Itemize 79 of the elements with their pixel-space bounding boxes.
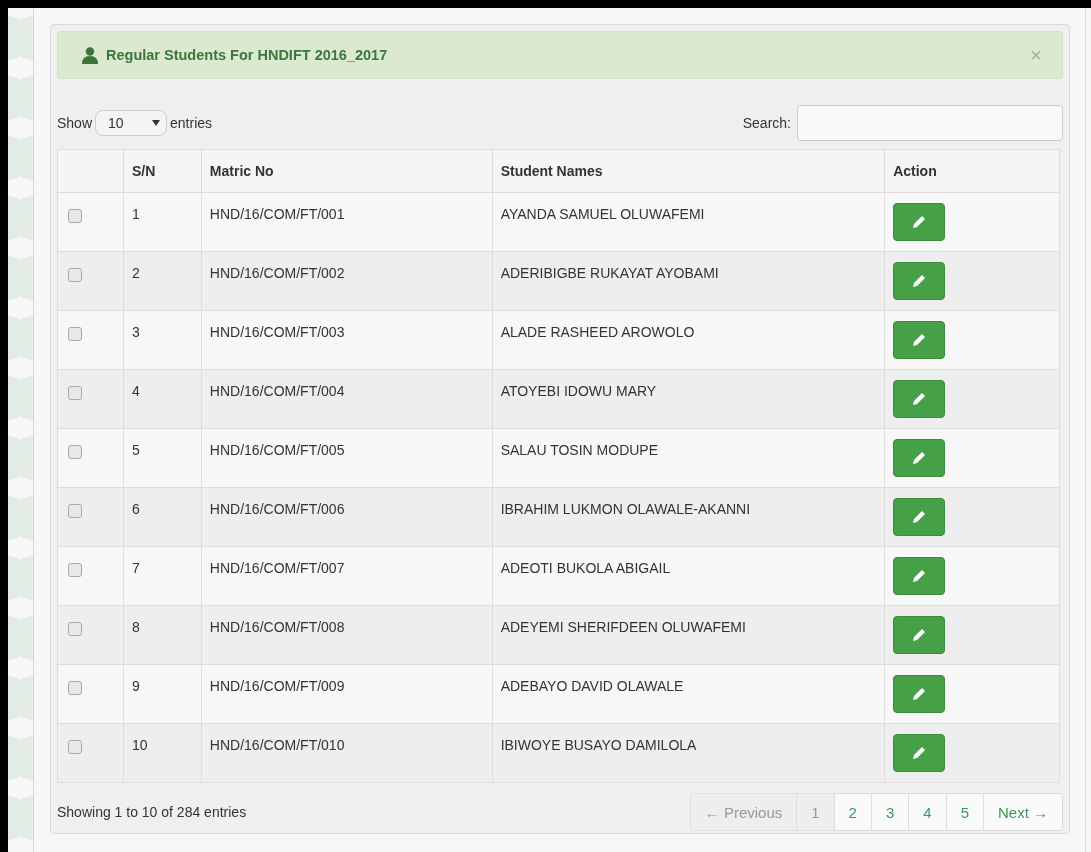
search-label: Search:	[742, 115, 791, 131]
entries-dropdown[interactable]: 10	[95, 110, 168, 136]
pencil-icon	[912, 451, 927, 465]
row-checkbox[interactable]	[68, 386, 82, 400]
pencil-icon	[912, 510, 927, 524]
table-cell: 3	[123, 310, 202, 370]
alert-title: Regular Students For HNDIFT 2016_2017	[106, 47, 389, 63]
page-button[interactable]: 2	[833, 794, 871, 830]
table-cell: 6	[123, 487, 202, 547]
page-button[interactable]: 3	[870, 794, 909, 830]
edit-button[interactable]	[893, 616, 946, 654]
edit-button[interactable]	[893, 321, 946, 359]
edit-button[interactable]	[893, 675, 946, 713]
row-checkbox[interactable]	[68, 268, 82, 282]
pencil-icon	[912, 569, 927, 583]
edit-button[interactable]	[893, 557, 946, 595]
table-cell: HND/16/COM/FT/006	[201, 487, 493, 547]
user-icon	[82, 46, 98, 64]
row-checkbox[interactable]	[68, 504, 82, 518]
row-checkbox[interactable]	[68, 681, 82, 695]
table-cell: AYANDA SAMUEL OLUWAFEMI	[492, 192, 885, 252]
page-button[interactable]: 4	[908, 794, 946, 830]
table-cell: SALAU TOSIN MODUPE	[492, 428, 885, 488]
column-header: Action	[884, 149, 1060, 193]
row-checkbox[interactable]	[68, 563, 82, 577]
row-checkbox[interactable]	[68, 327, 82, 341]
pencil-icon	[912, 628, 927, 642]
row-checkbox[interactable]	[68, 209, 82, 223]
table-cell: 8	[123, 605, 202, 665]
table-cell: 1	[123, 192, 202, 252]
table-cell: 5	[123, 428, 202, 488]
page-button[interactable]: 5	[945, 794, 983, 830]
close-button[interactable]: ×	[1030, 43, 1042, 67]
edit-button[interactable]	[893, 498, 946, 536]
column-header: S/N	[123, 149, 202, 193]
pencil-icon	[912, 687, 927, 701]
edit-button[interactable]	[893, 203, 946, 241]
entries-info: Showing 1 to 10 of 284 entries	[57, 804, 247, 820]
column-header: Matric No	[201, 149, 493, 193]
table-cell: ADEYEMI SHERIFDEEN OLUWAFEMI	[492, 605, 885, 665]
table-cell: HND/16/COM/FT/001	[201, 192, 493, 252]
search-field[interactable]	[797, 105, 1063, 141]
table-cell: ADEOTI BUKOLA ABIGAIL	[492, 546, 885, 606]
table-cell: ADEBAYO DAVID OLAWALE	[492, 664, 885, 724]
table-cell: HND/16/COM/FT/004	[201, 369, 493, 429]
row-checkbox[interactable]	[68, 740, 82, 754]
edit-button[interactable]	[893, 439, 946, 477]
edit-button[interactable]	[893, 734, 946, 772]
pencil-icon	[912, 333, 927, 347]
table-cell: ATOYEBI IDOWU MARY	[492, 369, 885, 429]
table-cell: HND/16/COM/FT/008	[201, 605, 493, 665]
table-cell: ADERIBIGBE RUKAYAT AYOBAMI	[492, 251, 885, 311]
table-cell: HND/16/COM/FT/007	[201, 546, 493, 606]
table-cell: 7	[123, 546, 202, 606]
table-cell: 10	[123, 723, 202, 783]
next-button[interactable]: Next →	[983, 794, 1062, 830]
table-cell: 2	[123, 251, 202, 311]
table-cell: HND/16/COM/FT/002	[201, 251, 493, 311]
pencil-icon	[912, 274, 927, 288]
table-cell: HND/16/COM/FT/005	[201, 428, 493, 488]
pencil-icon	[912, 215, 927, 229]
pencil-icon	[912, 392, 927, 406]
row-checkbox[interactable]	[68, 445, 82, 459]
table-cell: ALADE RASHEED AROWOLO	[492, 310, 885, 370]
table-cell: 4	[123, 369, 202, 429]
table-cell: IBRAHIM LUKMON OLAWALE-AKANNI	[492, 487, 885, 547]
column-header: Student Names	[492, 149, 885, 193]
row-checkbox[interactable]	[68, 622, 82, 636]
table-cell: HND/16/COM/FT/009	[201, 664, 493, 724]
edit-button[interactable]	[893, 380, 946, 418]
caret-icon	[152, 120, 161, 126]
table-cell: HND/16/COM/FT/003	[201, 310, 493, 370]
table-cell: IBIWOYE BUSAYO DAMILOLA	[492, 723, 885, 783]
entries-label: entries	[170, 115, 213, 131]
edit-button[interactable]	[893, 262, 946, 300]
table-cell: HND/16/COM/FT/010	[201, 723, 493, 783]
pencil-icon	[912, 746, 927, 760]
table-cell: 9	[123, 664, 202, 724]
show-label: Show	[57, 115, 93, 131]
